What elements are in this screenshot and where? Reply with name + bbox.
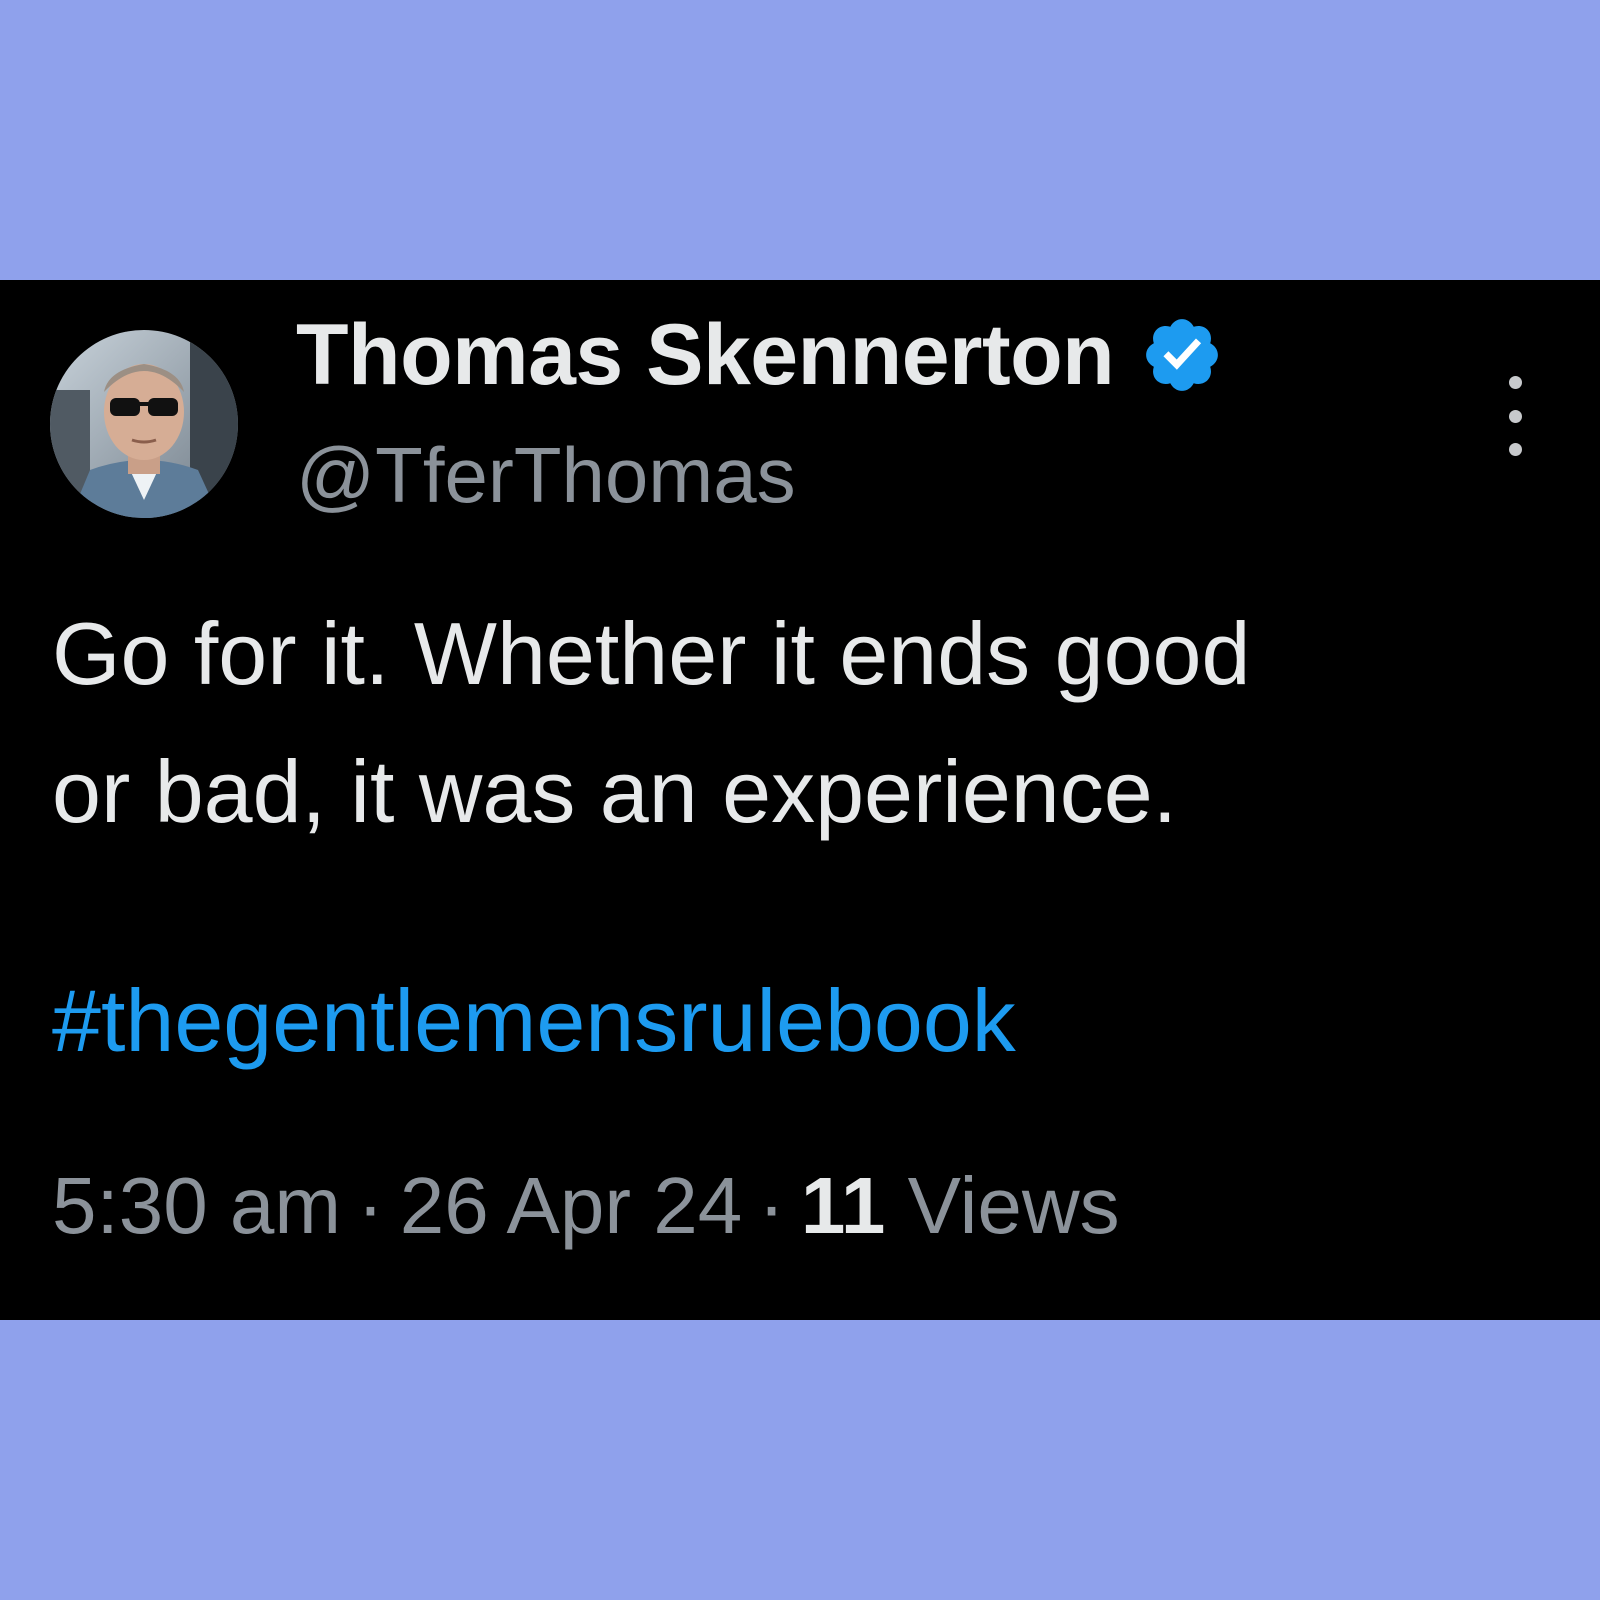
- more-options-icon[interactable]: [1490, 376, 1540, 456]
- tweet-card: Thomas Skennerton @TferThomas Go for it.…: [0, 280, 1600, 1320]
- tweet-date[interactable]: 26 Apr 24: [400, 1161, 743, 1250]
- more-dot: [1508, 376, 1522, 389]
- verified-badge-icon[interactable]: [1140, 313, 1224, 397]
- meta-separator: ·: [357, 1161, 384, 1250]
- more-dot: [1508, 443, 1522, 456]
- display-name[interactable]: Thomas Skennerton: [296, 306, 1115, 405]
- display-name-row: Thomas Skennerton: [296, 307, 1224, 403]
- tweet-meta: 5:30 am · 26 Apr 24 · 11 Views: [52, 1160, 1120, 1252]
- tweet-text: Go for it. Whether it ends good or bad, …: [52, 585, 1562, 861]
- tweet-text-line: Go for it. Whether it ends good: [52, 604, 1251, 703]
- views-label[interactable]: Views: [908, 1161, 1120, 1250]
- handle[interactable]: @TferThomas: [296, 430, 796, 521]
- hashtag-link[interactable]: #thegentlemensrulebook: [52, 970, 1016, 1072]
- more-dot: [1508, 409, 1522, 423]
- views-count[interactable]: 11: [801, 1161, 886, 1250]
- tweet-time[interactable]: 5:30 am: [52, 1161, 341, 1250]
- avatar[interactable]: [50, 330, 238, 518]
- avatar-photo: [50, 330, 238, 518]
- meta-separator: ·: [758, 1161, 785, 1250]
- tweet-text-line: or bad, it was an experience.: [52, 742, 1178, 841]
